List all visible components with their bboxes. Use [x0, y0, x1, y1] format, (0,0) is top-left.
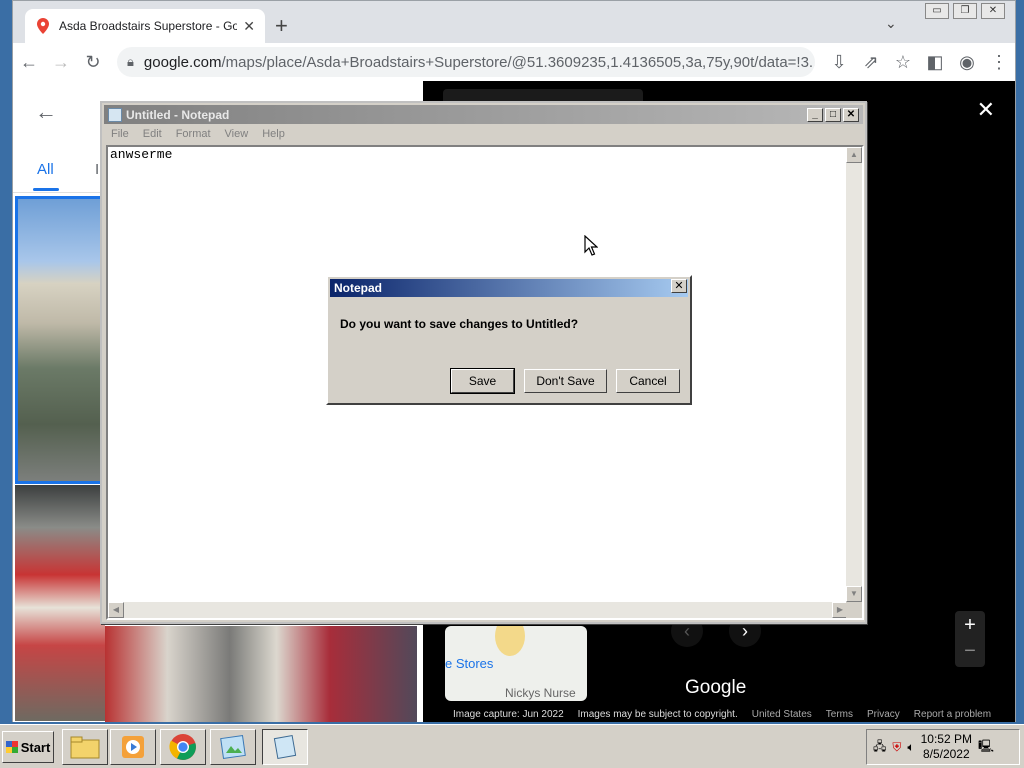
minimap-place-marker-icon	[495, 626, 525, 656]
image-capture-date: Image capture: Jun 2022	[453, 709, 564, 720]
zoom-in-icon[interactable]: +	[955, 611, 985, 639]
reload-icon[interactable]: ↻	[77, 46, 109, 78]
browser-tab[interactable]: Asda Broadstairs Superstore - Goog ✕	[25, 9, 265, 43]
windows-flag-icon	[5, 741, 18, 753]
clock-date: 8/5/2022	[922, 747, 970, 761]
photo-thumbnail-store-interior[interactable]	[105, 626, 417, 722]
resize-grip-icon[interactable]	[846, 602, 862, 618]
photo-thumbnail-aisle[interactable]	[15, 485, 105, 721]
system-tray: 🖧︎ ⛨ 🔈︎ 10:52 PM 8/5/2022 🖳︎	[866, 729, 1020, 765]
terms-link[interactable]: Terms	[826, 709, 853, 720]
menu-file[interactable]: File	[104, 128, 136, 140]
zoom-control: + −	[955, 611, 985, 667]
panel-back-arrow-icon[interactable]: ←	[35, 99, 57, 125]
notepad-menu-bar: File Edit Format View Help	[104, 125, 863, 143]
scroll-up-icon[interactable]: ▲	[846, 147, 862, 163]
forward-arrow-icon[interactable]: →	[45, 46, 77, 78]
horizontal-scrollbar[interactable]: ◀ ▶	[108, 602, 848, 618]
notepad-content: anwserme	[110, 147, 173, 162]
notepad-taskbar-icon[interactable]	[262, 729, 308, 765]
bookmark-star-icon[interactable]: ☆	[887, 46, 919, 78]
new-tab-icon[interactable]: +	[275, 15, 288, 37]
url-path: /maps/place/Asda+Broadstairs+Superstore/…	[221, 53, 815, 71]
tab-all-underline	[33, 188, 59, 191]
dialog-message: Do you want to save changes to Untitled?	[340, 317, 579, 331]
copyright-notice: Images may be subject to copyright.	[577, 709, 738, 720]
notepad-close-button[interactable]: ✕	[843, 108, 859, 122]
taskbar: Start 🖧︎ ⛨ 🔈︎ 10:52 PM 8/5/2022 🖳︎	[0, 724, 1024, 768]
minimap-label-secondary: Nickys Nurse	[505, 686, 576, 700]
side-panel-icon[interactable]: ◧	[919, 46, 951, 78]
vertical-scrollbar[interactable]: ▲ ▼	[846, 147, 862, 602]
minimize-button[interactable]: ▭	[925, 3, 949, 19]
notepad-minimize-button[interactable]: _	[807, 108, 823, 122]
network-icon[interactable]: 🖧︎	[873, 737, 886, 758]
cancel-button[interactable]: Cancel	[616, 369, 680, 393]
lock-icon: 🔒︎	[127, 54, 134, 69]
notepad-maximize-button[interactable]: □	[825, 108, 841, 122]
profile-avatar-icon[interactable]: ◉	[951, 46, 983, 78]
close-tab-icon[interactable]: ✕	[243, 18, 255, 35]
menu-format[interactable]: Format	[169, 128, 218, 140]
report-problem-link[interactable]: Report a problem	[914, 709, 991, 720]
picture-viewer-icon[interactable]	[210, 729, 256, 765]
tab-strip: Asda Broadstairs Superstore - Goog ✕ + ⌄…	[13, 1, 1015, 43]
google-logo: Google	[685, 677, 747, 698]
dialog-title-bar[interactable]: Notepad	[330, 279, 688, 297]
maps-footer: Image capture: Jun 2022 Images may be su…	[423, 707, 1015, 722]
maps-pin-icon	[35, 18, 51, 34]
dont-save-button[interactable]: Don't Save	[524, 369, 607, 393]
save-changes-dialog: Notepad ✕ Do you want to save changes to…	[326, 275, 692, 405]
start-label: Start	[20, 739, 51, 755]
scroll-left-icon[interactable]: ◀	[108, 602, 124, 618]
browser-menu-icon[interactable]: ⋮	[983, 46, 1015, 78]
country-link[interactable]: United States	[752, 709, 812, 720]
notepad-app-icon	[108, 107, 122, 122]
menu-edit[interactable]: Edit	[136, 128, 169, 140]
dialog-close-button[interactable]: ✕	[671, 279, 687, 293]
url-domain: google.com	[143, 53, 222, 71]
menu-view[interactable]: View	[218, 128, 256, 140]
share-icon[interactable]: ⇗	[855, 46, 887, 78]
security-alert-icon[interactable]: ⛨	[892, 740, 901, 755]
tab-interior[interactable]: I	[95, 161, 99, 178]
notepad-title-bar[interactable]: Untitled - Notepad _ □ ✕	[104, 105, 863, 124]
tab-title: Asda Broadstairs Superstore - Goog	[59, 19, 238, 33]
save-button[interactable]: Save	[450, 368, 515, 394]
minimap[interactable]: e Stores Nickys Nurse	[445, 626, 587, 701]
minimap-label: e Stores	[445, 656, 494, 671]
browser-toolbar: ← → ↻ 🔒︎ google.com/maps/place/Asda+Broa…	[13, 43, 1015, 81]
menu-help[interactable]: Help	[255, 128, 292, 140]
tab-all[interactable]: All	[37, 161, 54, 178]
chrome-icon[interactable]	[160, 729, 206, 765]
photo-thumbnail-exterior[interactable]	[15, 196, 105, 484]
volume-icon[interactable]: 🔈︎	[907, 740, 914, 755]
show-desktop-icon[interactable]: 🖳︎	[978, 737, 994, 758]
tab-search-chevron-icon[interactable]: ⌄	[885, 15, 897, 32]
privacy-link[interactable]: Privacy	[867, 709, 900, 720]
dialog-title: Notepad	[334, 281, 382, 295]
install-app-icon[interactable]: ⇩	[823, 46, 855, 78]
scroll-down-icon[interactable]: ▼	[846, 586, 862, 602]
mouse-cursor-icon	[584, 235, 598, 256]
clock-time: 10:52 PM	[920, 732, 972, 746]
zoom-out-icon[interactable]: −	[955, 639, 985, 663]
close-window-button[interactable]: ✕	[981, 3, 1005, 19]
restore-button[interactable]: ❐	[953, 3, 977, 19]
start-button[interactable]: Start	[2, 731, 54, 763]
media-player-icon[interactable]	[110, 729, 156, 765]
file-explorer-icon[interactable]	[62, 729, 108, 765]
clock[interactable]: 10:52 PM 8/5/2022	[921, 732, 972, 762]
address-bar[interactable]: 🔒︎ google.com/maps/place/Asda+Broadstair…	[117, 47, 815, 77]
back-arrow-icon[interactable]: ←	[13, 46, 45, 78]
notepad-title: Untitled - Notepad	[126, 107, 230, 122]
viewer-close-icon[interactable]: ✕	[977, 97, 995, 123]
